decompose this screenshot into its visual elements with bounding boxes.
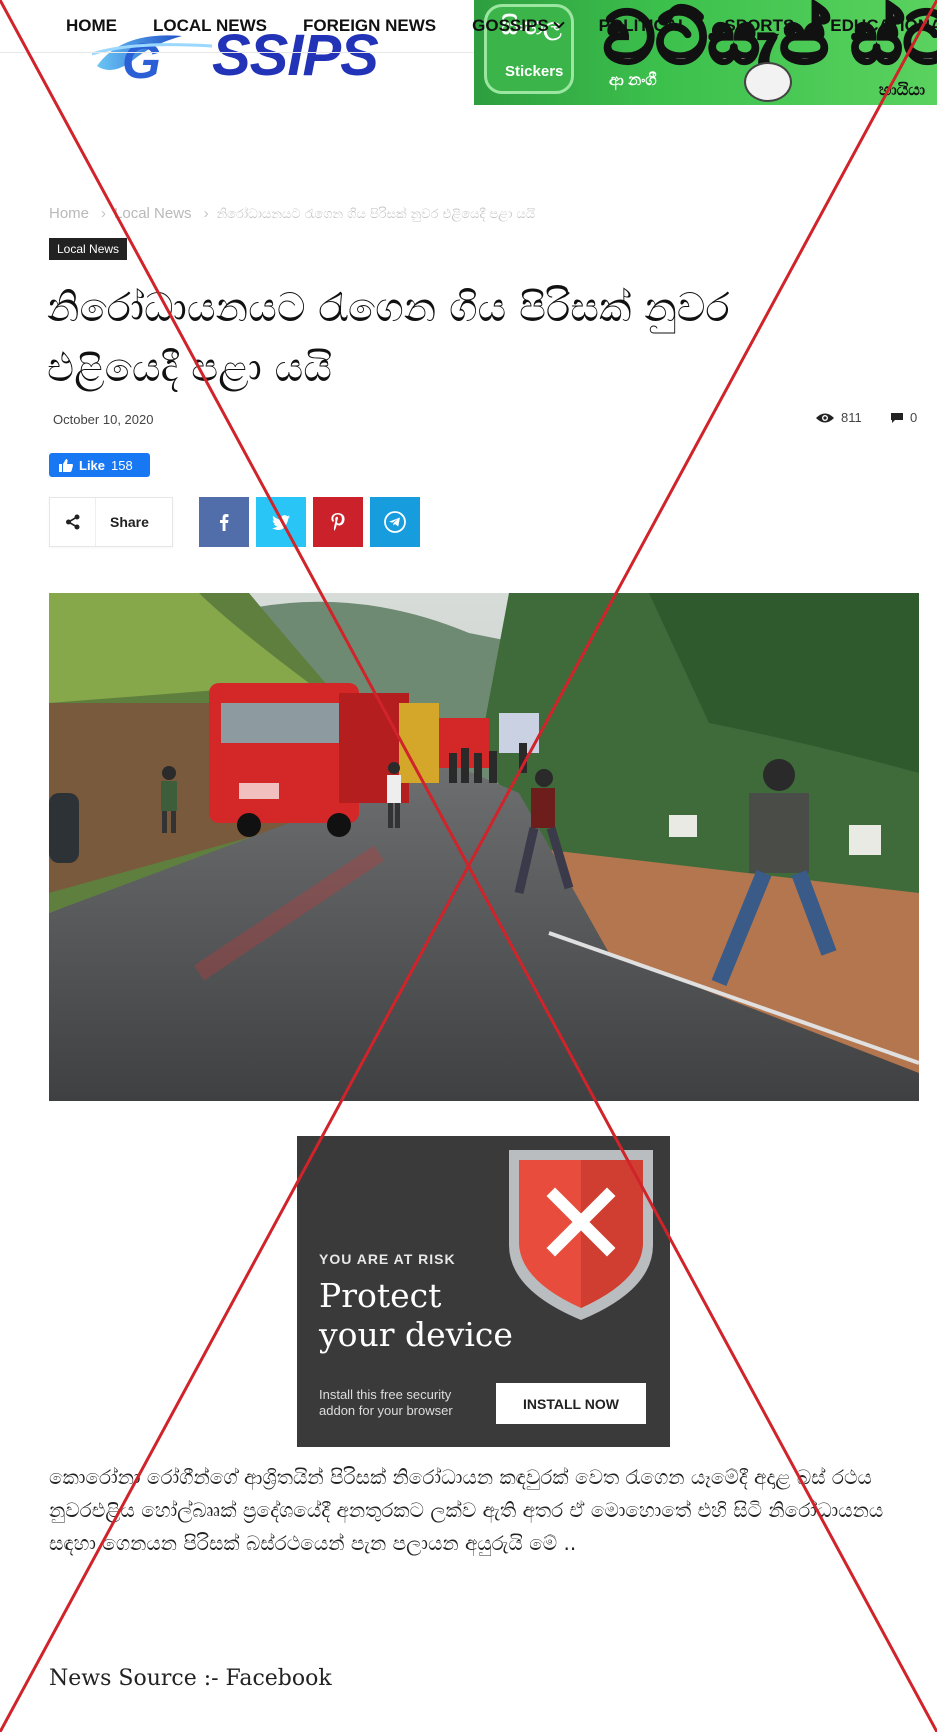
article-title: නිරෝධායනයට රැගෙන ගිය පිරිසක් නුවර එළියෙද… — [47, 285, 730, 391]
banner-subtext-right: හායියා — [878, 82, 925, 99]
share-icon — [50, 498, 96, 546]
share-facebook-button[interactable] — [199, 497, 249, 547]
troll-face-icon — [744, 62, 792, 102]
comment-icon — [891, 412, 903, 423]
site-header: G SSIPS HOME LOCAL NEWS FOREIGN NEWS GOS… — [0, 0, 937, 105]
category-badge[interactable]: Local News — [49, 238, 128, 260]
banner-app-label: Stickers — [505, 63, 564, 80]
eye-icon — [816, 413, 834, 422]
nav-divider — [0, 52, 475, 53]
telegram-icon — [384, 511, 406, 533]
security-ad[interactable]: YOU ARE AT RISK Protect your device Inst… — [297, 1136, 670, 1447]
share-button[interactable]: Share — [49, 497, 173, 547]
facebook-like-button[interactable]: Like 158 — [49, 453, 150, 477]
share-telegram-button[interactable] — [370, 497, 420, 547]
breadcrumb-section[interactable]: Local News — [114, 205, 192, 222]
breadcrumb-current: නිරෝධායනයට රැගෙන ගිය පිරිසක් නුවර එළියෙද… — [216, 207, 536, 222]
pinterest-icon — [331, 513, 345, 531]
view-count: 811 — [815, 410, 862, 425]
ad-headline-line-1: Protect — [319, 1276, 442, 1315]
comment-count-value: 0 — [910, 410, 918, 425]
article-photo — [49, 593, 919, 1101]
like-label: Like — [79, 457, 106, 473]
ad-headline: Protect your device — [319, 1276, 513, 1354]
nav-gossips-label: GOSSIPS — [472, 16, 549, 35]
article-date: October 10, 2020 — [53, 412, 154, 427]
twitter-icon — [272, 514, 290, 530]
share-label: Share — [110, 514, 149, 530]
view-count-value: 811 — [841, 410, 862, 425]
nav-local-news[interactable]: LOCAL NEWS — [153, 16, 267, 36]
thumbs-up-icon — [59, 458, 73, 472]
breadcrumb: Home › Local News › නිරෝධායනයට රැගෙන ගිය පිර… — [49, 205, 543, 222]
breadcrumb-separator-icon: › — [101, 205, 107, 222]
shield-x-icon — [509, 1150, 653, 1320]
ad-risk-label: YOU ARE AT RISK — [319, 1251, 456, 1267]
ad-description: Install this free security addon for you… — [319, 1387, 453, 1418]
install-now-button[interactable]: INSTALL NOW — [496, 1383, 646, 1424]
share-twitter-button[interactable] — [256, 497, 306, 547]
like-count: 158 — [111, 457, 133, 473]
breadcrumb-separator-icon: › — [203, 205, 209, 222]
breadcrumb-home[interactable]: Home — [49, 205, 89, 222]
nav-political[interactable]: POLITICAL — [599, 16, 689, 36]
bus-road-scene-image — [49, 593, 919, 1101]
share-pinterest-button[interactable] — [313, 497, 363, 547]
nav-educational[interactable]: EDUCATIONAL — [830, 16, 937, 36]
banner-subtext-left: ආ නංගී — [609, 72, 657, 89]
nav-gossips[interactable]: GOSSIPS — [472, 16, 565, 36]
main-navigation: HOME LOCAL NEWS FOREIGN NEWS GOSSIPS POL… — [0, 0, 937, 52]
chevron-down-icon — [553, 17, 565, 29]
ad-headline-line-2: your device — [319, 1315, 513, 1354]
nav-foreign-news[interactable]: FOREIGN NEWS — [303, 16, 436, 36]
nav-sports[interactable]: SPORTS — [724, 16, 794, 36]
news-source: News Source :- Facebook — [49, 1666, 332, 1691]
comment-count[interactable]: 0 — [890, 410, 917, 425]
facebook-icon — [220, 514, 229, 531]
nav-home[interactable]: HOME — [66, 16, 117, 36]
article-body: කොරෝනා රෝගීන්ගේ ආශ්‍රිතයින් පිරිසක් නිරෝ… — [49, 1465, 884, 1555]
